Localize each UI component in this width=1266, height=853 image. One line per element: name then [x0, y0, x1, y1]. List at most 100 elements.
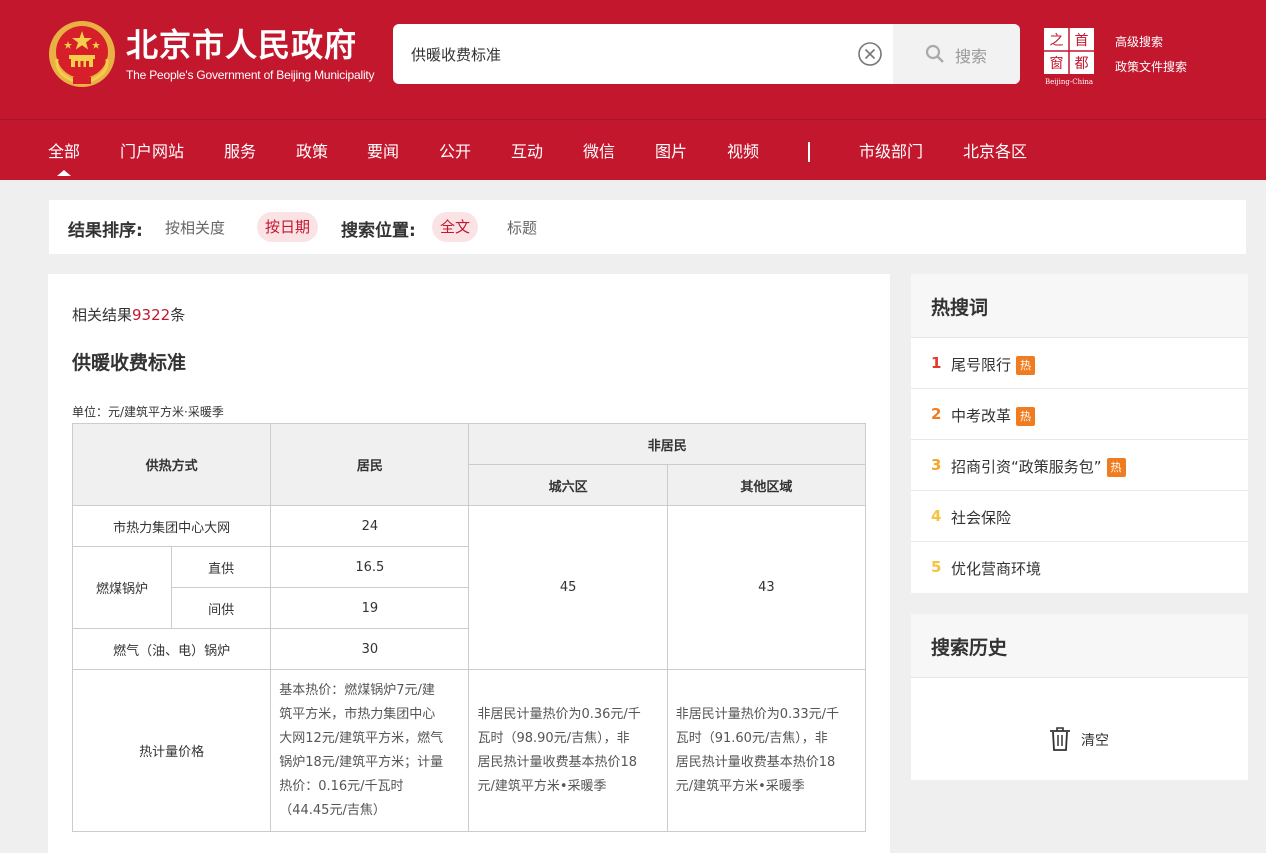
hot-search-item-text: 尾号限行热 [951, 354, 1036, 375]
sort-by-relevance[interactable]: 按相关度 [165, 217, 225, 238]
clear-input-icon[interactable] [857, 41, 883, 67]
search-button[interactable]: 搜索 [893, 24, 1020, 84]
site-header: 北京市人民政府 The People's Government of Beiji… [0, 0, 1266, 180]
search-box: 搜索 [393, 24, 1020, 84]
hot-search-item[interactable]: 2 中考改革热 [911, 389, 1248, 440]
hot-search-rank: 2 [931, 405, 942, 423]
sort-by-date[interactable]: 按日期 [257, 212, 319, 242]
capital-window-logo-icon[interactable]: 之 首 窗 都 Beijing-China [1042, 26, 1096, 86]
nav-separator [808, 142, 810, 162]
metered-other-line: 瓦时（91.60元/吉焦），非 [675, 730, 828, 746]
hot-search-item[interactable]: 1 尾号限行热 [911, 338, 1248, 389]
nav-tab-policy[interactable]: 政策 [296, 142, 328, 162]
sort-bar: 结果排序: 按相关度 按日期 搜索位置: 全文 标题 [49, 200, 1246, 254]
scope-fulltext[interactable]: 全文 [432, 212, 479, 242]
hot-search-header: 热搜词 [911, 274, 1248, 338]
scope-title[interactable]: 标题 [507, 217, 537, 238]
search-results-panel: 相关结果9322条 供暖收费标准 单位：元/建筑平方米·采暖季 供热方式 居民 … [48, 274, 890, 853]
history-header: 搜索历史 [911, 614, 1248, 678]
nav-tab-video[interactable]: 视频 [727, 142, 759, 162]
hot-search-item-label: 招商引资“政策服务包” [951, 458, 1102, 476]
nav-tab-all[interactable]: 全部 [48, 142, 80, 162]
search-input[interactable] [411, 41, 841, 67]
hot-search-item-text: 中考改革热 [951, 405, 1036, 426]
trash-icon [1050, 727, 1070, 751]
metered-resident-line: 筑平方米，市热力集团中心 [279, 706, 436, 722]
row-label-central-network: 市热力集团中心大网 [71, 505, 272, 547]
cell-central-network-resident: 24 [270, 505, 470, 547]
capital-logo-caption: Beijing-China [1045, 78, 1093, 86]
unit-note: 单位：元/建筑平方米·采暖季 [72, 405, 224, 419]
hot-badge: 热 [1106, 458, 1126, 477]
cell-metered-city-six: 非居民计量热价为0.36元/千 瓦时（98.90元/吉焦），非 居民热计量收费基… [468, 669, 668, 832]
metered-resident-line: 基本热价：燃煤锅炉7元/建 [279, 682, 435, 698]
metered-resident-line: 热价：0.16元/千瓦时 [279, 778, 404, 794]
capital-logo-char-3: 窗 [1050, 55, 1064, 72]
cell-non-resident-other: 43 [666, 505, 867, 670]
cell-gas-boiler-resident: 30 [270, 628, 470, 670]
cell-metered-other: 非居民计量热价为0.33元/千 瓦时（91.60元/吉焦），非 居民热计量收费基… [666, 669, 867, 832]
site-subtitle: The People's Government of Beijing Munic… [126, 68, 375, 82]
metered-other-line: 居民热计量收费基本热价18 [675, 754, 836, 770]
nav-active-caret [57, 170, 71, 176]
metered-resident-line: （44.45元/吉焦） [279, 802, 386, 818]
metered-city-six-line: 元/建筑平方米•采暖季 [477, 778, 607, 794]
cell-metered-resident: 基本热价：燃煤锅炉7元/建 筑平方米，市热力集团中心 大网12元/建筑平方米，燃… [270, 669, 470, 832]
header-non-resident: 非居民 [468, 423, 866, 465]
hot-search-panel: 热搜词 1 尾号限行热 2 中考改革热 3 招商引资“政策服务包” 热 4 社会保险 5 优化营商环… [911, 274, 1248, 593]
hot-badge: 热 [1016, 356, 1036, 375]
metered-resident-line: 锅炉18元/建筑平方米；计量 [279, 754, 444, 770]
scope-label: 搜索位置: [341, 221, 416, 241]
result-count-number: 9322 [132, 306, 171, 324]
result-count-suffix: 条 [170, 306, 186, 324]
hot-search-item[interactable]: 5 优化营商环境 [911, 542, 1248, 593]
site-title[interactable]: 北京市人民政府 [126, 26, 357, 64]
header-divider [0, 119, 1266, 120]
nav-tab-wechat[interactable]: 微信 [583, 142, 615, 162]
metered-other-line: 元/建筑平方米•采暖季 [675, 778, 805, 794]
metered-city-six-line: 非居民计量热价为0.36元/千 [477, 706, 641, 722]
national-emblem-icon[interactable] [47, 19, 117, 89]
hot-search-title: 热搜词 [931, 297, 989, 319]
hot-search-item[interactable]: 3 招商引资“政策服务包” 热 [911, 440, 1248, 491]
nav-tab-districts[interactable]: 北京各区 [963, 142, 1027, 162]
hot-search-rank: 1 [931, 354, 942, 372]
nav-tab-images[interactable]: 图片 [655, 142, 687, 162]
hot-search-item-label: 优化营商环境 [951, 560, 1042, 578]
advanced-search-link[interactable]: 高级搜索 [1115, 33, 1163, 50]
history-title: 搜索历史 [931, 637, 1008, 659]
metered-city-six-line: 瓦时（98.90元/吉焦），非 [477, 730, 630, 746]
nav-tab-interact[interactable]: 互动 [511, 142, 543, 162]
nav-tab-city-departments[interactable]: 市级部门 [859, 142, 923, 162]
hot-search-item[interactable]: 4 社会保险 [911, 491, 1248, 542]
sort-label: 结果排序: [68, 221, 143, 241]
metered-resident-line: 大网12元/建筑平方米，燃气 [279, 730, 444, 746]
capital-logo-char-4: 都 [1075, 56, 1089, 72]
history-body: 清空 [911, 678, 1248, 779]
clear-history-button[interactable]: 清空 [1049, 726, 1129, 752]
hot-search-rank: 3 [931, 456, 942, 474]
hot-search-item-text: 社会保险 [951, 507, 1011, 528]
nav-tab-news[interactable]: 要闻 [367, 142, 399, 162]
metered-other-line: 非居民计量热价为0.33元/千 [675, 706, 840, 722]
hot-search-rank: 5 [931, 558, 942, 576]
result-count: 相关结果9322条 [72, 304, 185, 325]
cell-non-resident-city-six: 45 [468, 505, 668, 670]
search-button-label: 搜索 [955, 47, 988, 66]
row-label-coal-boiler: 燃煤锅炉 [71, 546, 173, 629]
header-resident: 居民 [270, 423, 470, 506]
hot-search-item-label: 中考改革 [951, 407, 1012, 425]
hot-badge: 热 [1016, 407, 1036, 426]
hot-search-item-label: 社会保险 [951, 509, 1012, 527]
search-history-panel: 搜索历史 清空 [911, 614, 1248, 780]
cell-indirect-resident: 19 [270, 587, 470, 629]
capital-logo-char-1: 之 [1050, 33, 1064, 49]
hot-search-item-text: 优化营商环境 [951, 558, 1041, 579]
policy-search-link[interactable]: 政策文件搜索 [1115, 58, 1187, 75]
nav-tab-portal[interactable]: 门户网站 [120, 142, 184, 162]
heating-price-table: 供热方式 居民 非居民 城六区 其他区域 市热力集团中心大网 24 45 43 … [71, 423, 867, 832]
result-title[interactable]: 供暖收费标准 [72, 348, 186, 375]
nav-tab-public[interactable]: 公开 [439, 142, 471, 162]
metered-city-six-line: 居民热计量收费基本热价18 [477, 754, 638, 770]
nav-tab-service[interactable]: 服务 [224, 142, 256, 162]
